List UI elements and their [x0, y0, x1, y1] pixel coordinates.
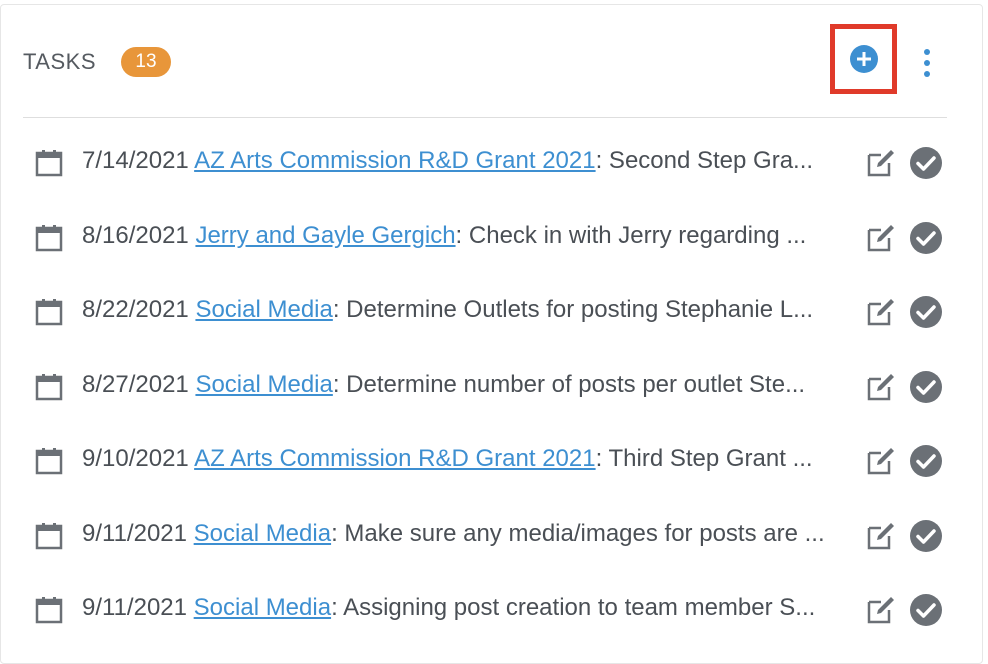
task-link[interactable]: Jerry and Gayle Gergich	[195, 222, 455, 249]
panel-title: TASKS	[23, 49, 97, 74]
task-text: 9/11/2021 Social Media: Make sure any me…	[82, 518, 844, 550]
plus-circle-icon	[849, 45, 878, 73]
calendar-icon	[35, 448, 63, 475]
edit-icon[interactable]	[865, 445, 897, 477]
task-text: 9/11/2021 Social Media: Assigning post c…	[82, 592, 844, 624]
header-divider	[23, 117, 947, 118]
task-row: 8/27/2021 Social Media: Determine number…	[23, 347, 949, 422]
task-description: : Third Step Grant ...	[595, 445, 813, 472]
task-row: 9/10/2021 AZ Arts Commission R&D Grant 2…	[23, 421, 949, 496]
edit-icon[interactable]	[865, 147, 897, 179]
task-date: 8/22/2021	[82, 296, 196, 323]
task-description: : Make sure any media/images for posts a…	[331, 519, 825, 547]
task-row: 7/14/2021 AZ Arts Commission R&D Grant 2…	[23, 123, 949, 198]
task-text: 8/16/2021 Jerry and Gayle Gergich: Check…	[82, 220, 844, 252]
calendar-icon	[35, 150, 63, 177]
more-options-button[interactable]	[915, 43, 939, 83]
calendar-icon	[35, 224, 63, 251]
complete-task-icon[interactable]	[909, 519, 943, 553]
edit-icon[interactable]	[865, 594, 897, 626]
task-text: 7/14/2021 AZ Arts Commission R&D Grant 2…	[82, 145, 844, 177]
task-link[interactable]: Social Media	[194, 594, 331, 621]
complete-task-icon[interactable]	[909, 146, 943, 180]
task-row: 9/11/2021 Social Media: Make sure any me…	[23, 496, 949, 571]
tasks-panel: TASKS 13 7/14/2021 AZ Arts Commission R&…	[0, 4, 983, 664]
complete-task-icon[interactable]	[909, 370, 943, 404]
panel-header: TASKS 13	[23, 5, 949, 117]
task-description: : Check in with Jerry regarding ...	[455, 221, 807, 249]
complete-task-icon[interactable]	[909, 444, 943, 478]
task-description: : Determine Outlets for posting Stephani…	[332, 296, 814, 323]
task-row: 9/11/2021 Social Media: Assigning post c…	[23, 570, 949, 645]
edit-icon[interactable]	[865, 296, 897, 328]
task-description: : Determine number of posts per outlet S…	[332, 370, 806, 398]
task-link[interactable]: Social Media	[195, 371, 332, 398]
task-text: 8/22/2021 Social Media: Determine Outlet…	[82, 294, 844, 326]
edit-icon[interactable]	[865, 520, 897, 552]
calendar-icon	[35, 299, 63, 326]
task-date: 9/11/2021	[82, 519, 194, 547]
complete-task-icon[interactable]	[909, 593, 943, 627]
calendar-icon	[35, 373, 63, 400]
task-count-badge: 13	[121, 47, 171, 77]
task-text: 8/27/2021 Social Media: Determine number…	[82, 369, 844, 401]
kebab-menu-icon	[924, 49, 930, 77]
complete-task-icon[interactable]	[909, 295, 943, 329]
add-task-button[interactable]	[830, 24, 897, 94]
task-row: 8/22/2021 Social Media: Determine Outlet…	[23, 272, 949, 347]
task-date: 9/10/2021	[82, 445, 195, 472]
calendar-icon	[35, 522, 63, 549]
task-link[interactable]: Social Media	[194, 520, 331, 547]
edit-icon[interactable]	[865, 371, 897, 403]
task-date: 9/11/2021	[82, 594, 194, 621]
task-description: : Assigning post creation to team member…	[331, 594, 816, 621]
task-description: : Second Step Gra...	[595, 147, 814, 174]
task-link[interactable]: Social Media	[195, 296, 332, 323]
task-date: 7/14/2021	[82, 147, 195, 174]
complete-task-icon[interactable]	[909, 221, 943, 255]
task-link[interactable]: AZ Arts Commission R&D Grant 2021	[194, 445, 595, 472]
task-list: 7/14/2021 AZ Arts Commission R&D Grant 2…	[23, 123, 949, 645]
task-date: 8/16/2021	[82, 221, 196, 249]
task-link[interactable]: AZ Arts Commission R&D Grant 2021	[194, 147, 595, 174]
calendar-icon	[35, 597, 63, 624]
task-date: 8/27/2021	[82, 370, 196, 398]
edit-icon[interactable]	[865, 222, 897, 254]
task-text: 9/10/2021 AZ Arts Commission R&D Grant 2…	[82, 443, 844, 475]
task-row: 8/16/2021 Jerry and Gayle Gergich: Check…	[23, 198, 949, 273]
